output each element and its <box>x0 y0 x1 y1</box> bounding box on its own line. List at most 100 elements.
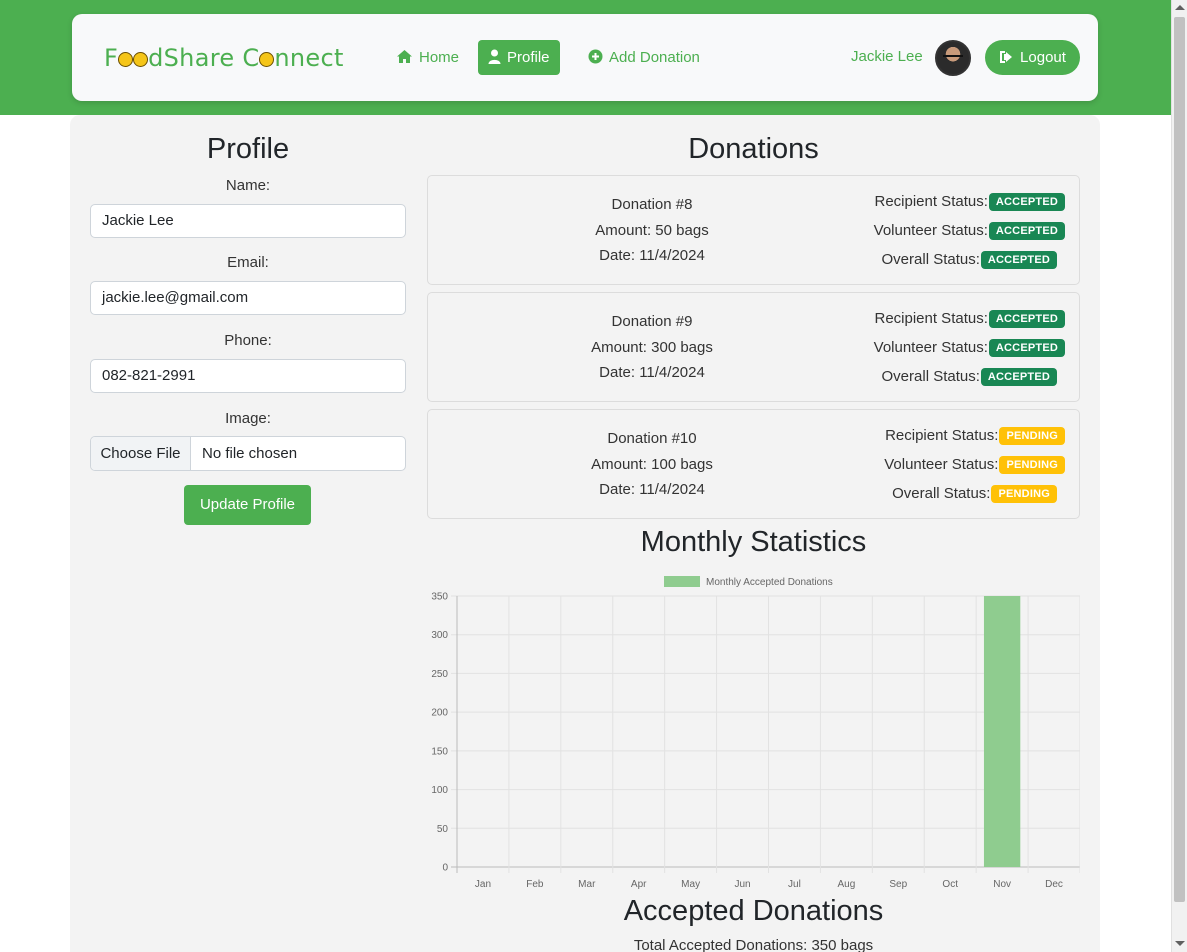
x-tick-label: May <box>681 879 700 890</box>
x-tick-label: Sep <box>889 879 907 890</box>
donation-statuses: Recipient Status: ACCEPTED Volunteer Statu… <box>874 192 1065 279</box>
status-badge: ACCEPTED <box>980 368 1057 386</box>
y-tick-label: 300 <box>431 630 448 641</box>
x-tick-label: Mar <box>578 879 596 890</box>
user-icon <box>488 49 501 64</box>
overall-status-label: Overall Status: <box>892 485 991 502</box>
x-tick-label: Aug <box>837 879 855 890</box>
monthly-statistics-title: Monthly Statistics <box>640 526 867 558</box>
donation-statuses: Recipient Status: PENDING Volunteer Status… <box>884 426 1065 513</box>
plus-circle-icon <box>588 49 603 64</box>
x-tick-label: Apr <box>631 879 647 890</box>
volunteer-status-label: Volunteer Status: <box>873 339 988 356</box>
x-tick-label: Dec <box>1045 879 1063 890</box>
status-badge: PENDING <box>999 427 1065 445</box>
brand-text-part: nnect <box>274 44 344 72</box>
logout-button[interactable]: Logout <box>985 40 1080 75</box>
email-label: Email: <box>227 254 269 271</box>
donation-date: Date: 11/4/2024 <box>599 364 705 381</box>
status-badge: ACCEPTED <box>988 310 1065 328</box>
brand-logo[interactable]: FdShare C nnect <box>104 44 344 72</box>
donation-details: Donation #10 Amount: 100 bags Date: 11/4/2… <box>548 426 756 503</box>
logout-icon <box>1000 51 1013 63</box>
donations-title: Donations <box>688 133 819 165</box>
image-label: Image: <box>225 410 271 427</box>
profile-title: Profile <box>206 133 290 165</box>
recipient-status-row: Recipient Status: ACCEPTED <box>874 309 1065 338</box>
scroll-up-arrow-icon[interactable] <box>1175 5 1185 10</box>
image-file-input[interactable]: Choose File No file chosen <box>90 436 406 471</box>
x-tick-label: Nov <box>993 879 1011 890</box>
donation-details: Donation #8 Amount: 50 bags Date: 11/4/202… <box>548 192 756 269</box>
nav-link-label: Add Donation <box>609 49 700 66</box>
donation-card: Donation #10 Amount: 100 bags Date: 11/4/2… <box>427 409 1080 519</box>
scroll-down-arrow-icon[interactable] <box>1175 941 1185 946</box>
y-tick-label: 50 <box>437 824 449 835</box>
x-tick-label: Jun <box>734 879 750 890</box>
home-icon <box>397 50 412 63</box>
nav-link-profile[interactable]: Profile <box>478 40 560 75</box>
y-tick-label: 150 <box>431 746 448 757</box>
brand-text-part: F <box>104 44 119 72</box>
legend-swatch <box>664 576 700 587</box>
status-badge: PENDING <box>999 456 1065 474</box>
scrollbar[interactable] <box>1171 0 1187 952</box>
nav-link-home[interactable]: Home <box>386 40 469 75</box>
status-badge: PENDING <box>991 485 1057 503</box>
volunteer-status-row: Volunteer Status: ACCEPTED <box>874 338 1065 367</box>
donation-title: Donation #8 <box>611 196 693 213</box>
email-field[interactable]: jackie.lee@gmail.com <box>90 281 406 315</box>
file-name-text: No file chosen <box>202 445 298 462</box>
overall-status-label: Overall Status: <box>881 368 980 385</box>
nav-link-label: Profile <box>507 49 550 66</box>
navbar: FdShare C nnect Home Profile Add Donation… <box>72 14 1098 101</box>
donation-amount: Amount: 50 bags <box>595 221 709 239</box>
recipient-status-label: Recipient Status: <box>874 193 988 210</box>
user-name: Jackie Lee <box>851 48 923 65</box>
y-tick-label: 0 <box>442 863 448 874</box>
brand-text-part: dShare C <box>148 44 260 72</box>
choose-file-button[interactable]: Choose File <box>91 437 191 470</box>
recipient-status-label: Recipient Status: <box>885 427 999 444</box>
smiley-icon <box>118 52 134 67</box>
overall-status-row: Overall Status: ACCEPTED <box>874 367 1065 396</box>
x-tick-label: Oct <box>942 879 958 890</box>
accepted-donations-title: Accepted Donations <box>623 895 884 927</box>
y-tick-label: 250 <box>431 669 448 680</box>
phone-field[interactable]: 082-821-2991 <box>90 359 406 393</box>
status-badge: ACCEPTED <box>980 251 1057 269</box>
recipient-status-row: Recipient Status: PENDING <box>884 426 1065 455</box>
overall-status-label: Overall Status: <box>881 251 980 268</box>
phone-label: Phone: <box>224 332 272 349</box>
logout-label: Logout <box>1020 49 1066 66</box>
donation-title: Donation #9 <box>611 313 693 330</box>
status-badge: ACCEPTED <box>988 193 1065 211</box>
volunteer-status-label: Volunteer Status: <box>873 222 988 239</box>
legend-label: Monthly Accepted Donations <box>706 577 833 588</box>
overall-status-row: Overall Status: PENDING <box>884 484 1065 513</box>
status-badge: ACCEPTED <box>988 339 1065 357</box>
smiley-icon <box>133 52 149 67</box>
donation-amount: Amount: 300 bags <box>591 338 713 356</box>
name-field[interactable]: Jackie Lee <box>90 204 406 238</box>
y-tick-label: 200 <box>431 708 448 719</box>
x-tick-label: Feb <box>526 879 544 890</box>
accepted-donations-total: Total Accepted Donations: 350 bags <box>633 937 874 952</box>
update-profile-button[interactable]: Update Profile <box>184 485 311 525</box>
scroll-thumb[interactable] <box>1174 17 1185 902</box>
donation-card: Donation #9 Amount: 300 bags Date: 11/4/20… <box>427 292 1080 402</box>
monthly-statistics-chart: Monthly Accepted Donations 0 50 100 150 200 25… <box>431 576 1080 890</box>
y-tick-label: 350 <box>431 592 448 603</box>
donation-statuses: Recipient Status: ACCEPTED Volunteer Statu… <box>874 309 1065 396</box>
status-badge: ACCEPTED <box>988 222 1065 240</box>
volunteer-status-row: Volunteer Status: PENDING <box>884 455 1065 484</box>
y-tick-label: 100 <box>431 785 448 796</box>
donation-date: Date: 11/4/2024 <box>599 247 705 264</box>
donation-card: Donation #8 Amount: 50 bags Date: 11/4/202… <box>427 175 1080 285</box>
nav-link-add-donation[interactable]: Add Donation <box>578 40 710 75</box>
nav-link-label: Home <box>419 49 460 66</box>
x-tick-label: Jan <box>475 879 491 890</box>
avatar <box>935 40 971 76</box>
volunteer-status-label: Volunteer Status: <box>884 456 999 473</box>
bar-nov <box>983 596 1021 867</box>
